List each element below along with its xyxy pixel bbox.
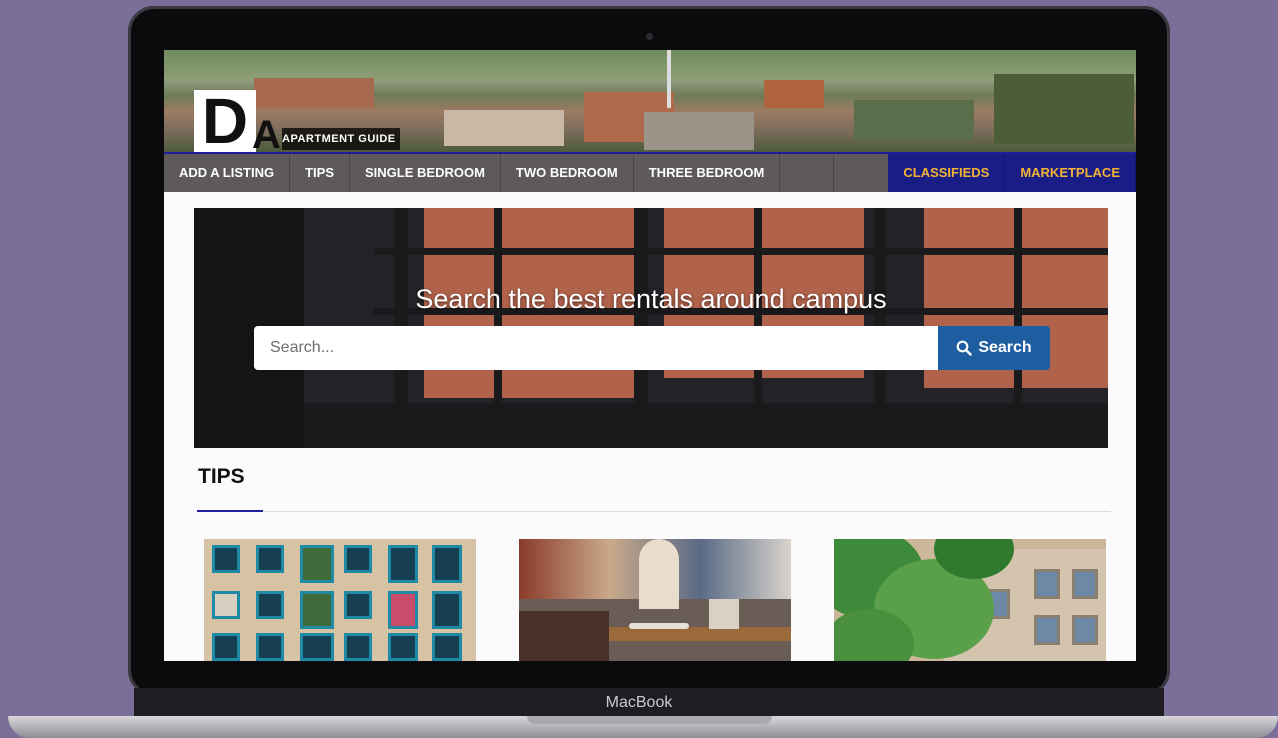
search-button[interactable]: Search	[938, 326, 1050, 370]
nav-two-bedroom[interactable]: TWO BEDROOM	[501, 154, 634, 192]
tips-underline-accent	[197, 510, 263, 512]
tips-divider	[197, 511, 1111, 512]
browser-screen: D A APARTMENT GUIDE ADD A LISTING TIPS S…	[164, 50, 1136, 661]
nav-divider	[780, 154, 835, 192]
tip-card-restaurant-table[interactable]	[519, 539, 791, 661]
search-button-label: Search	[978, 339, 1032, 356]
nav-classifieds[interactable]: CLASSIFIEDS	[888, 154, 1006, 192]
search-input[interactable]	[254, 326, 938, 370]
hero-banner: Search the best rentals around campus Se…	[194, 208, 1108, 448]
nav-right-group: CLASSIFIEDS MARKETPLACE	[888, 154, 1136, 192]
tip-card-apartment-balconies[interactable]	[204, 539, 476, 661]
site-header-banner: D A APARTMENT GUIDE	[164, 50, 1136, 152]
nav-single-bedroom[interactable]: SINGLE BEDROOM	[350, 154, 501, 192]
laptop-base-notch	[527, 716, 772, 724]
tips-heading: TIPS	[198, 465, 245, 488]
search-bar: Search	[254, 326, 1050, 370]
nav-marketplace[interactable]: MARKETPLACE	[1005, 154, 1136, 192]
main-nav: ADD A LISTING TIPS SINGLE BEDROOM TWO BE…	[164, 152, 1136, 192]
nav-three-bedroom[interactable]: THREE BEDROOM	[634, 154, 781, 192]
tip-card-building-with-trees[interactable]	[834, 539, 1106, 661]
site-logo[interactable]: D	[194, 89, 256, 152]
hero-title: Search the best rentals around campus	[415, 284, 887, 314]
device-brand-label: MacBook	[605, 694, 673, 711]
nav-add-listing[interactable]: ADD A LISTING	[164, 154, 291, 192]
nav-tips[interactable]: TIPS	[290, 154, 350, 192]
search-icon	[956, 340, 973, 356]
logo-strip: APARTMENT GUIDE	[282, 128, 400, 150]
camera-icon	[646, 33, 653, 40]
logo-letter-d: D	[194, 89, 256, 152]
